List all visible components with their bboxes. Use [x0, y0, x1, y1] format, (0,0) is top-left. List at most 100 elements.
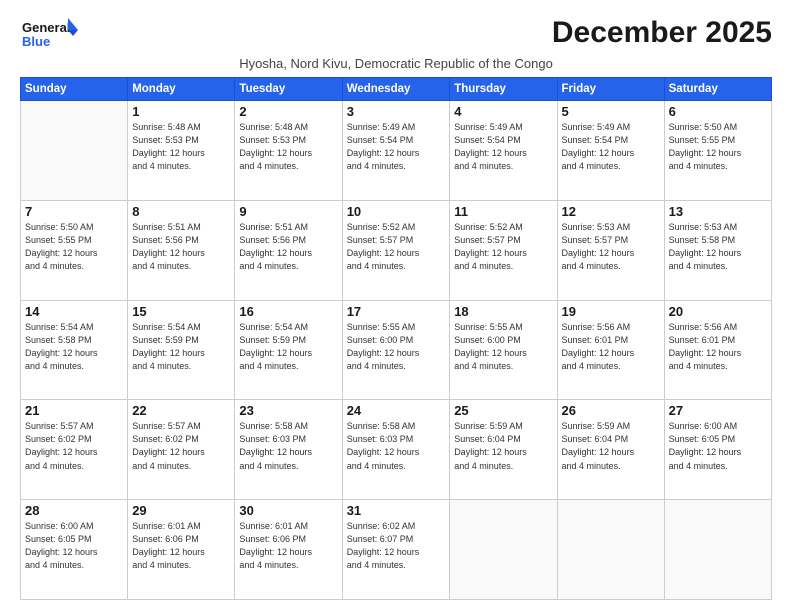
- calendar-cell: 19 Sunrise: 5:56 AM Sunset: 6:01 PM Dayli…: [557, 300, 664, 400]
- calendar-cell: 21 Sunrise: 5:57 AM Sunset: 6:02 PM Dayli…: [21, 400, 128, 500]
- day-info: Sunrise: 5:49 AM Sunset: 5:54 PM Dayligh…: [562, 121, 660, 173]
- calendar-cell: 31 Sunrise: 6:02 AM Sunset: 6:07 PM Dayli…: [342, 500, 450, 600]
- day-info: Sunrise: 5:51 AM Sunset: 5:56 PM Dayligh…: [239, 221, 337, 273]
- calendar-header-row: SundayMondayTuesdayWednesdayThursdayFrid…: [21, 78, 772, 101]
- day-info: Sunrise: 6:01 AM Sunset: 6:06 PM Dayligh…: [132, 520, 230, 572]
- day-number: 8: [132, 204, 230, 219]
- day-number: 24: [347, 403, 446, 418]
- day-info: Sunrise: 5:54 AM Sunset: 5:58 PM Dayligh…: [25, 321, 123, 373]
- day-info: Sunrise: 5:57 AM Sunset: 6:02 PM Dayligh…: [132, 420, 230, 472]
- day-number: 13: [669, 204, 767, 219]
- day-number: 26: [562, 403, 660, 418]
- day-number: 16: [239, 304, 337, 319]
- calendar-cell: 3 Sunrise: 5:49 AM Sunset: 5:54 PM Daylig…: [342, 101, 450, 201]
- calendar-cell: 10 Sunrise: 5:52 AM Sunset: 5:57 PM Dayli…: [342, 200, 450, 300]
- logo-svg: GeneralBlue: [20, 16, 80, 52]
- calendar-cell: 27 Sunrise: 6:00 AM Sunset: 6:05 PM Dayli…: [664, 400, 771, 500]
- day-number: 4: [454, 104, 552, 119]
- calendar-header-thursday: Thursday: [450, 78, 557, 101]
- calendar-cell: 15Sunrise: 5:54 AM Sunset: 5:59 PM Dayli…: [128, 300, 235, 400]
- calendar-cell: 12Sunrise: 5:53 AM Sunset: 5:57 PM Dayli…: [557, 200, 664, 300]
- day-info: Sunrise: 6:00 AM Sunset: 6:05 PM Dayligh…: [25, 520, 123, 572]
- calendar-cell: 11 Sunrise: 5:52 AM Sunset: 5:57 PM Dayli…: [450, 200, 557, 300]
- day-info: Sunrise: 5:58 AM Sunset: 6:03 PM Dayligh…: [347, 420, 446, 472]
- calendar-header-monday: Monday: [128, 78, 235, 101]
- day-number: 30: [239, 503, 337, 518]
- day-number: 31: [347, 503, 446, 518]
- calendar-header-wednesday: Wednesday: [342, 78, 450, 101]
- day-number: 17: [347, 304, 446, 319]
- calendar-cell: 16 Sunrise: 5:54 AM Sunset: 5:59 PM Dayli…: [235, 300, 342, 400]
- day-number: 22: [132, 403, 230, 418]
- day-info: Sunrise: 5:55 AM Sunset: 6:00 PM Dayligh…: [347, 321, 446, 373]
- calendar-cell: 20Sunrise: 5:56 AM Sunset: 6:01 PM Dayli…: [664, 300, 771, 400]
- day-number: 3: [347, 104, 446, 119]
- day-info: Sunrise: 6:00 AM Sunset: 6:05 PM Dayligh…: [669, 420, 767, 472]
- month-title: December 2025: [552, 16, 772, 49]
- calendar-cell: 7 Sunrise: 5:50 AM Sunset: 5:55 PM Daylig…: [21, 200, 128, 300]
- calendar-week-3: 14 Sunrise: 5:54 AM Sunset: 5:58 PM Dayli…: [21, 300, 772, 400]
- calendar-cell: 30 Sunrise: 6:01 AM Sunset: 6:06 PM Dayli…: [235, 500, 342, 600]
- day-number: 19: [562, 304, 660, 319]
- calendar-header-sunday: Sunday: [21, 78, 128, 101]
- calendar-cell: 29Sunrise: 6:01 AM Sunset: 6:06 PM Dayli…: [128, 500, 235, 600]
- day-info: Sunrise: 5:52 AM Sunset: 5:57 PM Dayligh…: [454, 221, 552, 273]
- day-info: Sunrise: 5:49 AM Sunset: 5:54 PM Dayligh…: [347, 121, 446, 173]
- day-info: Sunrise: 5:56 AM Sunset: 6:01 PM Dayligh…: [669, 321, 767, 373]
- day-number: 9: [239, 204, 337, 219]
- calendar-cell: 17 Sunrise: 5:55 AM Sunset: 6:00 PM Dayli…: [342, 300, 450, 400]
- calendar-cell: [450, 500, 557, 600]
- calendar-week-4: 21 Sunrise: 5:57 AM Sunset: 6:02 PM Dayli…: [21, 400, 772, 500]
- day-info: Sunrise: 6:02 AM Sunset: 6:07 PM Dayligh…: [347, 520, 446, 572]
- day-info: Sunrise: 5:54 AM Sunset: 5:59 PM Dayligh…: [239, 321, 337, 373]
- day-number: 14: [25, 304, 123, 319]
- day-info: Sunrise: 5:53 AM Sunset: 5:57 PM Dayligh…: [562, 221, 660, 273]
- subtitle: Hyosha, Nord Kivu, Democratic Republic o…: [20, 56, 772, 71]
- day-info: Sunrise: 6:01 AM Sunset: 6:06 PM Dayligh…: [239, 520, 337, 572]
- calendar-cell: 9 Sunrise: 5:51 AM Sunset: 5:56 PM Daylig…: [235, 200, 342, 300]
- svg-text:Blue: Blue: [22, 34, 50, 49]
- day-number: 18: [454, 304, 552, 319]
- day-info: Sunrise: 5:49 AM Sunset: 5:54 PM Dayligh…: [454, 121, 552, 173]
- day-info: Sunrise: 5:53 AM Sunset: 5:58 PM Dayligh…: [669, 221, 767, 273]
- header-top: GeneralBlue December 2025: [20, 16, 772, 52]
- day-info: Sunrise: 5:50 AM Sunset: 5:55 PM Dayligh…: [25, 221, 123, 273]
- calendar-cell: [557, 500, 664, 600]
- calendar-cell: [664, 500, 771, 600]
- day-info: Sunrise: 5:51 AM Sunset: 5:56 PM Dayligh…: [132, 221, 230, 273]
- day-number: 27: [669, 403, 767, 418]
- day-info: Sunrise: 5:48 AM Sunset: 5:53 PM Dayligh…: [132, 121, 230, 173]
- day-info: Sunrise: 5:52 AM Sunset: 5:57 PM Dayligh…: [347, 221, 446, 273]
- calendar-week-1: 1Sunrise: 5:48 AM Sunset: 5:53 PM Daylig…: [21, 101, 772, 201]
- day-info: Sunrise: 5:56 AM Sunset: 6:01 PM Dayligh…: [562, 321, 660, 373]
- day-number: 11: [454, 204, 552, 219]
- calendar-cell: [21, 101, 128, 201]
- day-number: 2: [239, 104, 337, 119]
- calendar-cell: 28 Sunrise: 6:00 AM Sunset: 6:05 PM Dayli…: [21, 500, 128, 600]
- day-number: 28: [25, 503, 123, 518]
- calendar-cell: 18 Sunrise: 5:55 AM Sunset: 6:00 PM Dayli…: [450, 300, 557, 400]
- day-number: 6: [669, 104, 767, 119]
- calendar-cell: 14 Sunrise: 5:54 AM Sunset: 5:58 PM Dayli…: [21, 300, 128, 400]
- day-info: Sunrise: 5:58 AM Sunset: 6:03 PM Dayligh…: [239, 420, 337, 472]
- day-number: 23: [239, 403, 337, 418]
- calendar-cell: 4 Sunrise: 5:49 AM Sunset: 5:54 PM Daylig…: [450, 101, 557, 201]
- calendar-cell: 22 Sunrise: 5:57 AM Sunset: 6:02 PM Dayli…: [128, 400, 235, 500]
- day-number: 5: [562, 104, 660, 119]
- day-info: Sunrise: 5:59 AM Sunset: 6:04 PM Dayligh…: [454, 420, 552, 472]
- calendar-cell: 23 Sunrise: 5:58 AM Sunset: 6:03 PM Dayli…: [235, 400, 342, 500]
- day-number: 10: [347, 204, 446, 219]
- day-info: Sunrise: 5:54 AM Sunset: 5:59 PM Dayligh…: [132, 321, 230, 373]
- day-number: 21: [25, 403, 123, 418]
- calendar-cell: 6Sunrise: 5:50 AM Sunset: 5:55 PM Daylig…: [664, 101, 771, 201]
- day-info: Sunrise: 5:57 AM Sunset: 6:02 PM Dayligh…: [25, 420, 123, 472]
- calendar-cell: 2Sunrise: 5:48 AM Sunset: 5:53 PM Daylig…: [235, 101, 342, 201]
- title-block: December 2025: [552, 16, 772, 49]
- day-number: 25: [454, 403, 552, 418]
- calendar-week-2: 7 Sunrise: 5:50 AM Sunset: 5:55 PM Daylig…: [21, 200, 772, 300]
- calendar: SundayMondayTuesdayWednesdayThursdayFrid…: [20, 77, 772, 600]
- day-info: Sunrise: 5:55 AM Sunset: 6:00 PM Dayligh…: [454, 321, 552, 373]
- calendar-cell: 26Sunrise: 5:59 AM Sunset: 6:04 PM Dayli…: [557, 400, 664, 500]
- day-number: 7: [25, 204, 123, 219]
- calendar-header-saturday: Saturday: [664, 78, 771, 101]
